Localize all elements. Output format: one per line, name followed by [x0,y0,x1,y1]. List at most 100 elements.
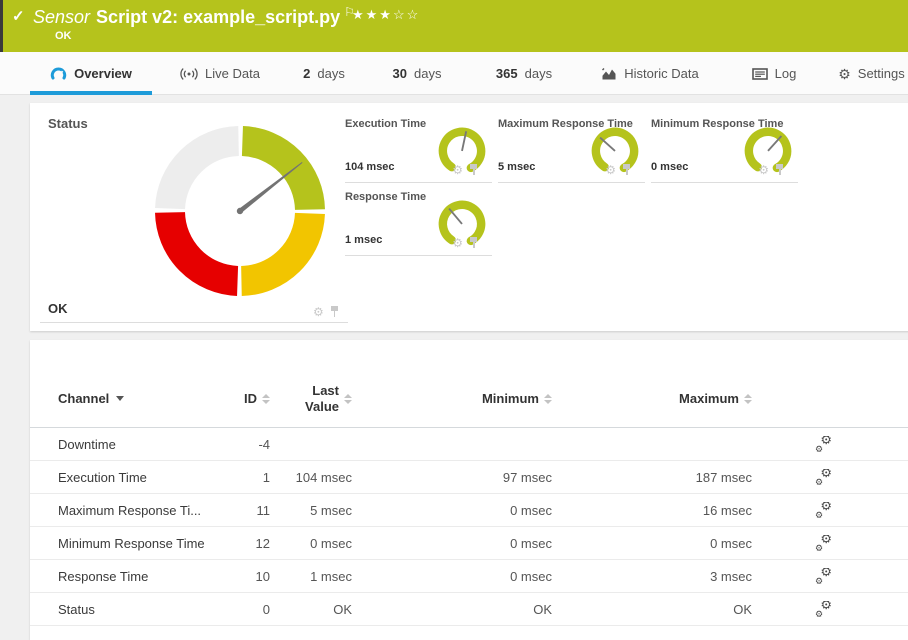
tab-label: Historic Data [624,66,698,81]
column-header-last-value[interactable]: Last Value [270,383,352,415]
channel-id: -4 [240,437,270,452]
gauge-value: 0 msec [651,161,688,173]
channel-name[interactable]: Execution Time [58,470,240,485]
channel-table-body: Downtime-4⚙⚙Execution Time1104 msec97 ms… [30,428,908,626]
divider [40,322,348,323]
tab-historic-data[interactable]: Historic Data [592,52,708,95]
gauge-panel-actions: ⚙ [452,164,478,176]
channel-settings-icon[interactable]: ⚙⚙ [815,436,832,452]
gauge-panel-actions: ⚙ [605,164,631,176]
divider [345,255,492,256]
panel-gear-icon[interactable]: ⚙ [452,237,463,249]
gauge-panel-actions: ⚙ [758,164,784,176]
panel-pin-icon[interactable] [469,164,478,176]
tab-day-count: 30 [393,66,407,81]
left-edge-strip [0,0,3,52]
channel-settings-icon[interactable]: ⚙⚙ [815,601,832,617]
panel-pin-icon[interactable] [469,237,478,249]
channel-settings-icon[interactable]: ⚙⚙ [815,568,832,584]
channel-last-value: 5 msec [270,503,352,518]
gauge-panel-actions: ⚙ [452,237,478,249]
sort-icon [262,394,270,404]
column-header-maximum[interactable]: Maximum [552,391,752,406]
tab-settings[interactable]: ⚙ Settings [835,52,908,95]
tab-bar: Overview Live Data 2 days 30 days 365 da… [0,52,908,95]
table-row[interactable]: Downtime-4 ⚙⚙ [30,428,908,461]
table-row[interactable]: Maximum Response Ti...115 msec0 msec16 m… [30,494,908,527]
tab-30-days[interactable]: 30 days [383,52,451,95]
gear-icon: ⚙ [838,67,851,81]
channel-name[interactable]: Maximum Response Ti... [58,503,240,518]
table-row[interactable]: Status0OKOKOK⚙⚙ [30,593,908,626]
divider [651,182,798,183]
tab-overview[interactable]: Overview [30,52,152,95]
channel-last-value: 104 msec [270,470,352,485]
channel-name[interactable]: Minimum Response Time [58,536,240,551]
tab-label: Settings [858,66,905,81]
sort-icon [544,394,552,404]
sort-active-icon [116,396,124,401]
channel-settings[interactable]: ⚙⚙ [752,436,842,452]
status-panel-actions: ⚙ [313,306,339,318]
stars-filled[interactable]: ★★★ [352,7,393,22]
priority-stars[interactable]: ★★★☆☆ [352,7,420,23]
column-label: Last Value [293,383,339,415]
channel-settings[interactable]: ⚙⚙ [752,568,842,584]
status-gauge [148,119,332,303]
tab-label: days [317,66,344,81]
channel-minimum: 0 msec [352,536,552,551]
column-label: Channel [58,391,109,406]
chart-icon [601,66,617,81]
channel-settings[interactable]: ⚙⚙ [752,601,842,617]
sort-icon [344,394,352,404]
log-list-icon [752,67,768,81]
panel-gear-icon[interactable]: ⚙ [758,164,769,176]
channel-name[interactable]: Downtime [58,437,240,452]
channel-last-value: OK [270,602,352,617]
channel-settings[interactable]: ⚙⚙ [752,469,842,485]
table-row[interactable]: Execution Time1104 msec97 msec187 msec⚙⚙ [30,461,908,494]
column-header-minimum[interactable]: Minimum [352,391,552,406]
channel-settings[interactable]: ⚙⚙ [752,502,842,518]
tab-log[interactable]: Log [742,52,806,95]
tab-live-data[interactable]: Live Data [168,52,272,95]
live-signal-icon [180,67,198,81]
channel-last-value: 0 msec [270,536,352,551]
panel-gear-icon[interactable]: ⚙ [313,306,324,318]
panel-pin-icon[interactable] [330,306,339,318]
sensor-header: ✓ SensorScript v2: example_script.py⚐ ★★… [0,0,908,52]
panel-gear-icon[interactable]: ⚙ [452,164,463,176]
panel-gear-icon[interactable]: ⚙ [605,164,616,176]
channel-last-value: 1 msec [270,569,352,584]
channel-id: 10 [240,569,270,584]
channel-minimum: 0 msec [352,503,552,518]
gauge-minimum-response-time: Minimum Response Time 0 msec ⚙ [651,113,798,183]
tab-2-days[interactable]: 2 days [293,52,355,95]
channel-settings-icon[interactable]: ⚙⚙ [815,469,832,485]
panel-pin-icon[interactable] [775,164,784,176]
tab-day-count: 365 [496,66,518,81]
gauge-icon [50,66,67,81]
column-header-id[interactable]: ID [240,391,270,406]
gauge-value: 5 msec [498,161,535,173]
table-row[interactable]: Minimum Response Time120 msec0 msec0 mse… [30,527,908,560]
table-row[interactable]: Response Time101 msec0 msec3 msec⚙⚙ [30,560,908,593]
tab-365-days[interactable]: 365 days [487,52,561,95]
column-header-channel[interactable]: Channel [58,391,240,406]
sensor-kind-label: Sensor [33,7,90,27]
channel-settings-icon[interactable]: ⚙⚙ [815,535,832,551]
channel-id: 11 [240,503,270,518]
channel-settings-icon[interactable]: ⚙⚙ [815,502,832,518]
channel-maximum: 3 msec [552,569,752,584]
gauge-needle [449,209,462,224]
channel-name[interactable]: Response Time [58,569,240,584]
status-gauge-title: Status [48,116,88,131]
tab-day-count: 2 [303,66,310,81]
gauge-title: Execution Time [345,118,426,130]
stars-empty[interactable]: ☆☆ [393,7,420,22]
panel-pin-icon[interactable] [622,164,631,176]
channel-name[interactable]: Status [58,602,240,617]
channel-settings[interactable]: ⚙⚙ [752,535,842,551]
sensor-name: Script v2: example_script.py [96,7,340,27]
gauge-maximum-response-time: Maximum Response Time 5 msec ⚙ [498,113,645,183]
